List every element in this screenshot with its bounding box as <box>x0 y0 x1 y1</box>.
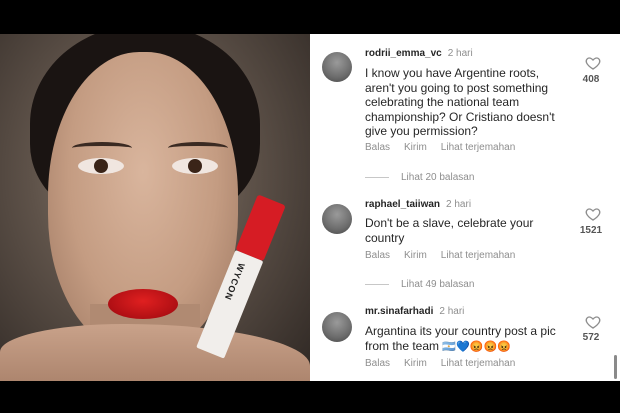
post-photo: WYCON <box>0 34 310 381</box>
left-eyebrow <box>72 142 132 154</box>
divider-line <box>365 283 389 285</box>
hand <box>0 324 310 381</box>
comment-actions: Balas Kirim Lihat terjemahan <box>365 250 529 261</box>
like-count: 408 <box>582 74 600 85</box>
avatar[interactable] <box>322 52 352 82</box>
see-translation-button[interactable]: Lihat terjemahan <box>441 142 516 153</box>
comment-username[interactable]: rodrii_emma_vc 2 hari <box>365 48 473 59</box>
scrollbar-thumb[interactable] <box>614 355 617 379</box>
comment-time: 2 hari <box>439 306 465 317</box>
comment-text: Don't be a slave, celebrate your country <box>365 216 534 245</box>
like-count: 1521 <box>579 225 603 236</box>
avatar[interactable] <box>322 204 352 234</box>
heart-outline-icon[interactable] <box>585 314 601 330</box>
view-replies-button[interactable]: Lihat 49 balasan <box>365 279 474 290</box>
left-eye <box>78 158 124 174</box>
send-button[interactable]: Kirim <box>404 250 427 261</box>
comment-actions: Balas Kirim Lihat terjemahan <box>365 142 529 153</box>
comment-time: 2 hari <box>447 48 473 59</box>
comment-text: I know you have Argentine roots, aren't … <box>365 66 555 138</box>
comment-username[interactable]: raphael_taiiwan 2 hari <box>365 199 471 210</box>
divider-line <box>365 176 389 178</box>
reply-button[interactable]: Balas <box>365 358 390 369</box>
right-eye <box>172 158 218 174</box>
send-button[interactable]: Kirim <box>404 358 427 369</box>
send-button[interactable]: Kirim <box>404 142 427 153</box>
right-eyebrow <box>168 142 228 154</box>
like-count: 572 <box>582 332 600 343</box>
heart-outline-icon[interactable] <box>585 206 601 222</box>
see-translation-button[interactable]: Lihat terjemahan <box>441 358 516 369</box>
view-replies-button[interactable]: Lihat 20 balasan <box>365 172 474 183</box>
emoji-sequence: 🇦🇷💙😡😡😡 <box>442 340 511 353</box>
reply-button[interactable]: Balas <box>365 250 390 261</box>
comment-actions: Balas Kirim Lihat terjemahan <box>365 358 529 369</box>
avatar[interactable] <box>322 312 352 342</box>
comment-text: Argantina its your country post a pic fr… <box>365 324 556 353</box>
reply-button[interactable]: Balas <box>365 142 390 153</box>
comment-time: 2 hari <box>446 199 472 210</box>
see-translation-button[interactable]: Lihat terjemahan <box>441 250 516 261</box>
comment-username[interactable]: mr.sinafarhadi 2 hari <box>365 306 464 317</box>
red-lips <box>108 289 178 319</box>
comments-panel[interactable]: rodrii_emma_vc 2 hari I know you have Arg… <box>310 34 620 381</box>
heart-outline-icon[interactable] <box>585 55 601 71</box>
